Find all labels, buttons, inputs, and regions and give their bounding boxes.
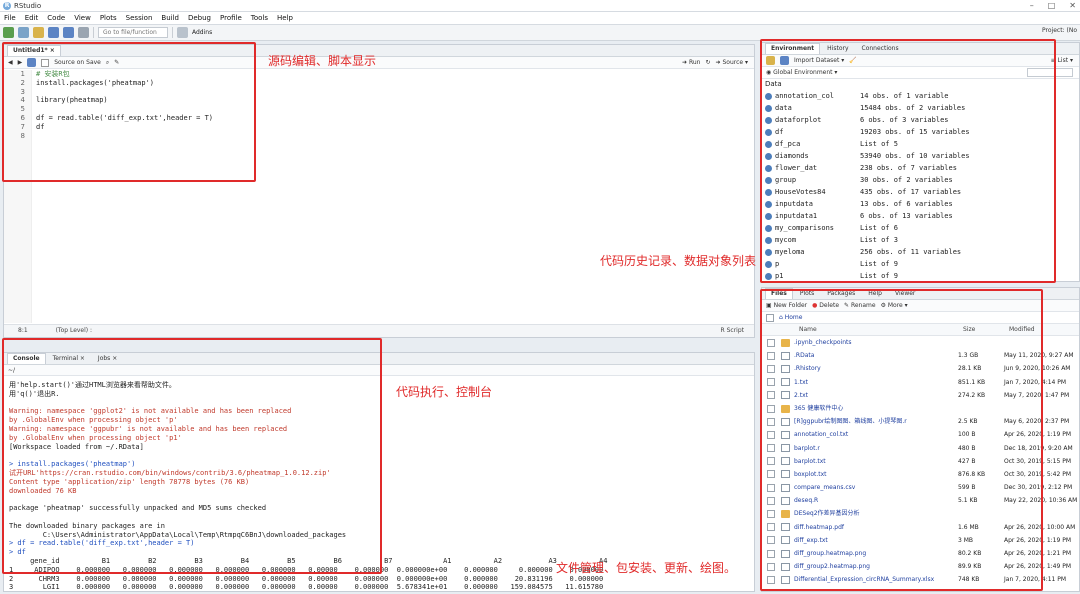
maximize-icon[interactable]: □	[1048, 0, 1056, 12]
rstudio-logo-icon: R	[3, 2, 11, 10]
environment-highlight-box	[760, 39, 1056, 283]
addins-menu[interactable]: Addins	[192, 29, 212, 36]
menu-item-edit[interactable]: Edit	[25, 14, 39, 22]
menu-item-file[interactable]: File	[4, 14, 16, 22]
window-title: RStudio	[14, 2, 42, 10]
new-project-icon[interactable]	[18, 27, 29, 38]
menu-item-plots[interactable]: Plots	[100, 14, 117, 22]
environment-annotation: 代码历史记录、数据对象列表	[600, 254, 757, 268]
menu-item-code[interactable]: Code	[47, 14, 65, 22]
source-button[interactable]: ➜ Source ▾	[716, 59, 748, 66]
menu-item-tools[interactable]: Tools	[251, 14, 268, 22]
goto-file-input[interactable]: Go to file/function	[98, 27, 168, 38]
rerun-icon[interactable]: ↻	[706, 59, 711, 66]
editor-status-bar: 8:1 (Top Level) : R Script	[4, 324, 754, 337]
open-file-icon[interactable]	[33, 27, 44, 38]
editor-annotation: 源码编辑、脚本显示	[268, 54, 377, 68]
project-menu[interactable]: Project: (No	[1042, 27, 1077, 34]
toolbar-divider	[172, 27, 173, 38]
title-bar: R RStudio – □ ✕	[0, 0, 1080, 12]
cursor-position: 8:1	[18, 327, 28, 334]
menu-item-profile[interactable]: Profile	[220, 14, 242, 22]
console-annotation: 代码执行、控制台	[396, 385, 493, 399]
menu-item-help[interactable]: Help	[277, 14, 293, 22]
files-annotation: 文件管理、包安装、更新、绘图。	[556, 561, 737, 575]
scope-indicator[interactable]: (Top Level) :	[56, 327, 92, 334]
menu-bar: File Edit Code View Plots Session Build Debug Pr…	[0, 12, 1080, 25]
file-type-selector[interactable]: R Script	[721, 325, 744, 337]
workspace-panes-icon[interactable]	[177, 27, 188, 38]
toolbar-divider	[93, 27, 94, 38]
run-button[interactable]: ➜ Run	[682, 59, 700, 66]
menu-item-view[interactable]: View	[74, 14, 91, 22]
window-controls: – □ ✕	[1030, 0, 1076, 12]
console-line: 3 LGI1 0.000000 0.000000 0.000000 0.0000…	[9, 583, 604, 592]
editor-highlight-box	[2, 42, 256, 182]
menu-item-build[interactable]: Build	[161, 14, 179, 22]
menu-item-debug[interactable]: Debug	[188, 14, 211, 22]
menu-item-session[interactable]: Session	[126, 14, 153, 22]
console-highlight-box	[2, 338, 382, 574]
save-all-icon[interactable]	[63, 27, 74, 38]
minimize-icon[interactable]: –	[1030, 0, 1034, 12]
new-file-icon[interactable]	[3, 27, 14, 38]
close-icon[interactable]: ✕	[1069, 0, 1076, 12]
files-highlight-box	[760, 289, 1043, 591]
print-icon[interactable]	[78, 27, 89, 38]
save-icon[interactable]	[48, 27, 59, 38]
